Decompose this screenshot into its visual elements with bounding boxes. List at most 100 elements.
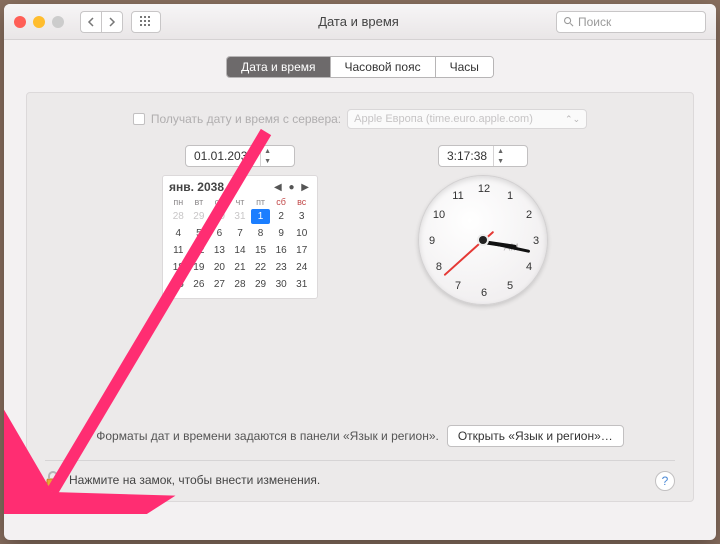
- calendar-day[interactable]: 15: [251, 243, 270, 258]
- date-stepper[interactable]: ▲▼: [260, 146, 274, 166]
- calendar-day[interactable]: 31: [292, 277, 311, 292]
- stepper-down-icon[interactable]: ▼: [261, 156, 274, 166]
- show-all-button[interactable]: [131, 11, 161, 33]
- calendar-day[interactable]: 12: [190, 243, 209, 258]
- chevron-right-icon: [108, 17, 116, 27]
- calendar-weekday: вт: [190, 197, 209, 207]
- clock-number: 9: [429, 235, 435, 247]
- search-input[interactable]: Поиск: [556, 11, 706, 33]
- time-column: 3:17:38 ▲▼ AM 121234567891011: [408, 145, 558, 305]
- tabbar: Дата и времяЧасовой поясЧасы: [26, 56, 694, 78]
- server-select: Apple Европа (time.euro.apple.com) ⌃⌄: [347, 109, 587, 129]
- forward-button[interactable]: [101, 11, 123, 33]
- calendar-day[interactable]: 8: [251, 226, 270, 241]
- chevron-left-icon: [87, 17, 95, 27]
- calendar-day[interactable]: 7: [231, 226, 250, 241]
- help-button[interactable]: ?: [655, 471, 675, 491]
- back-button[interactable]: [80, 11, 101, 33]
- calendar-day[interactable]: 23: [272, 260, 291, 275]
- calendar-day[interactable]: 10: [292, 226, 311, 241]
- calendar-day[interactable]: 20: [210, 260, 229, 275]
- date-column: 01.01.2038 ▲▼ янв. 2038 ◀ ● ▶ пнвтсрчтпт…: [162, 145, 318, 305]
- clock-number: 6: [481, 287, 487, 299]
- tab-0[interactable]: Дата и время: [227, 57, 330, 77]
- calendar-day[interactable]: 16: [272, 243, 291, 258]
- calendar-day[interactable]: 6: [210, 226, 229, 241]
- titlebar: Дата и время Поиск: [4, 4, 716, 40]
- calendar-day[interactable]: 18: [169, 260, 188, 275]
- calendar-prev-day[interactable]: 28: [169, 209, 188, 224]
- clock-number: 12: [478, 183, 490, 195]
- search-icon: [563, 16, 574, 27]
- calendar-day[interactable]: 24: [292, 260, 311, 275]
- date-field[interactable]: 01.01.2038 ▲▼: [185, 145, 295, 167]
- calendar-day[interactable]: 30: [272, 277, 291, 292]
- server-label: Получать дату и время с сервера:: [151, 112, 341, 126]
- calendar-day[interactable]: 3: [292, 209, 311, 224]
- divider: [45, 460, 675, 461]
- preferences-window: Дата и время Поиск Дата и времяЧасовой п…: [4, 4, 716, 540]
- calendar-day[interactable]: 1: [251, 209, 270, 224]
- calendar-weekday: вс: [292, 197, 311, 207]
- calendar-prev-day[interactable]: 29: [190, 209, 209, 224]
- lock-icon[interactable]: [45, 471, 61, 489]
- calendar-day[interactable]: 9: [272, 226, 291, 241]
- format-row: Форматы дат и времени задаются в панели …: [27, 425, 693, 447]
- calendar-day[interactable]: 28: [231, 277, 250, 292]
- grid-icon: [140, 16, 152, 28]
- clock-number: 1: [507, 190, 513, 202]
- calendar-day[interactable]: 19: [190, 260, 209, 275]
- lock-label: Нажмите на замок, чтобы внести изменения…: [69, 473, 320, 487]
- stepper-down-icon[interactable]: ▼: [494, 156, 507, 166]
- calendar-day[interactable]: 27: [210, 277, 229, 292]
- calendar-day[interactable]: 14: [231, 243, 250, 258]
- clock-number: 8: [436, 261, 442, 273]
- stepper-up-icon[interactable]: ▲: [261, 146, 274, 156]
- tab-2[interactable]: Часы: [436, 57, 493, 77]
- lock-row: Нажмите на замок, чтобы внести изменения…: [45, 471, 320, 489]
- clock-number: 4: [526, 261, 532, 273]
- search-placeholder: Поиск: [578, 15, 611, 29]
- calendar-day[interactable]: 2: [272, 209, 291, 224]
- calendar-day[interactable]: 17: [292, 243, 311, 258]
- content: Дата и времяЧасовой поясЧасы Получать да…: [4, 40, 716, 540]
- calendar-day[interactable]: 22: [251, 260, 270, 275]
- calendar-day[interactable]: 26: [190, 277, 209, 292]
- minimize-icon[interactable]: [33, 16, 45, 28]
- format-label: Форматы дат и времени задаются в панели …: [96, 429, 439, 443]
- server-value: Apple Европа (time.euro.apple.com): [354, 113, 533, 125]
- date-value: 01.01.2038: [194, 149, 254, 163]
- chevron-updown-icon: ⌃⌄: [565, 114, 580, 125]
- server-checkbox[interactable]: [133, 113, 145, 125]
- main-pane: Получать дату и время с сервера: Apple Е…: [26, 92, 694, 502]
- calendar-weekday: ср: [210, 197, 229, 207]
- calendar-day[interactable]: 21: [231, 260, 250, 275]
- time-stepper[interactable]: ▲▼: [493, 146, 507, 166]
- close-icon[interactable]: [14, 16, 26, 28]
- server-row: Получать дату и время с сервера: Apple Е…: [49, 109, 671, 129]
- calendar-day[interactable]: 29: [251, 277, 270, 292]
- calendar-nav[interactable]: ◀ ● ▶: [274, 182, 311, 193]
- calendar[interactable]: янв. 2038 ◀ ● ▶ пнвтсрчтптсбвс2829303112…: [162, 175, 318, 299]
- stepper-up-icon[interactable]: ▲: [494, 146, 507, 156]
- calendar-prev-day[interactable]: 31: [231, 209, 250, 224]
- second-hand: [444, 240, 484, 276]
- nav-group: [80, 11, 123, 33]
- clock-number: 10: [433, 209, 445, 221]
- calendar-day[interactable]: 5: [190, 226, 209, 241]
- clock-number: 11: [452, 190, 463, 202]
- analog-clock: AM 121234567891011: [418, 175, 548, 305]
- calendar-day[interactable]: 11: [169, 243, 188, 258]
- clock-pivot: [479, 236, 487, 244]
- calendar-day[interactable]: 4: [169, 226, 188, 241]
- time-field[interactable]: 3:17:38 ▲▼: [438, 145, 528, 167]
- calendar-day[interactable]: 25: [169, 277, 188, 292]
- calendar-weekday: чт: [231, 197, 250, 207]
- clock-number: 3: [533, 235, 539, 247]
- tab-1[interactable]: Часовой пояс: [331, 57, 436, 77]
- maximize-icon: [52, 16, 64, 28]
- calendar-prev-day[interactable]: 30: [210, 209, 229, 224]
- calendar-day[interactable]: 13: [210, 243, 229, 258]
- open-language-region-button[interactable]: Открыть «Язык и регион»…: [447, 425, 624, 447]
- datetime-row: 01.01.2038 ▲▼ янв. 2038 ◀ ● ▶ пнвтсрчтпт…: [49, 145, 671, 305]
